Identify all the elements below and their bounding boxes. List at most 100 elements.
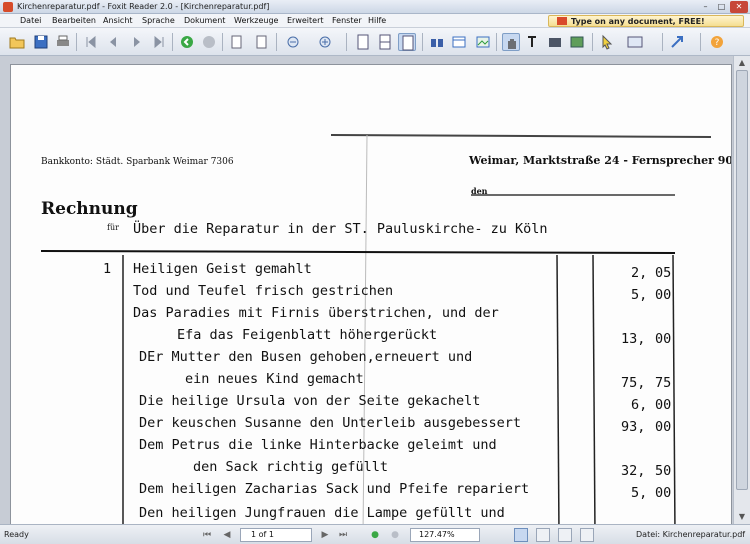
rotate-left-icon[interactable]: [228, 33, 246, 51]
invoice-line: Tod und Teufel frisch gestrichen: [133, 283, 394, 299]
promo-banner[interactable]: Type on any document, FREE!: [548, 15, 744, 27]
open-icon[interactable]: [8, 33, 26, 51]
menu-ansicht[interactable]: Ansicht: [103, 16, 133, 25]
hand-tool-icon[interactable]: [502, 33, 520, 51]
title-bar: Kirchenreparatur.pdf - Foxit Reader 2.0 …: [0, 0, 750, 14]
invoice-line: DEr Mutter den Busen gehoben,erneuert un…: [139, 349, 473, 365]
status-ready: Ready: [4, 530, 29, 539]
zoom-field[interactable]: 127.47%: [410, 528, 480, 542]
amount-cents: 00: [655, 485, 672, 501]
menu-dokument[interactable]: Dokument: [184, 16, 225, 25]
print-icon[interactable]: [54, 33, 72, 51]
invoice-line: den Sack richtig gefüllt: [193, 459, 389, 475]
menu-fenster[interactable]: Fenster: [332, 16, 362, 25]
window-title: Kirchenreparatur.pdf - Foxit Reader 2.0 …: [17, 2, 270, 11]
amount-cents: 00: [655, 419, 672, 435]
amount-main: 93,: [621, 419, 646, 435]
amount-main: 32,: [621, 463, 646, 479]
continuous-icon[interactable]: [376, 33, 394, 51]
amount-main: 2,: [631, 265, 648, 281]
maximize-button[interactable]: □: [714, 1, 729, 13]
scroll-down-icon[interactable]: ▼: [736, 512, 748, 522]
facing-icon[interactable]: [398, 33, 416, 51]
typewriter-promo-icon: [557, 17, 567, 25]
menu-hilfe[interactable]: Hilfe: [368, 16, 386, 25]
rechnung-heading: Rechnung: [41, 199, 138, 219]
menu-bearbeiten[interactable]: Bearbeiten: [52, 16, 96, 25]
amount-cents: 75: [655, 375, 672, 391]
view-continuous-icon[interactable]: [536, 528, 550, 542]
invoice-line: Die heilige Ursula von der Seite gekache…: [139, 393, 481, 409]
main-toolbar: ?: [0, 28, 750, 56]
image-icon[interactable]: [474, 33, 492, 51]
page-number-field[interactable]: 1 of 1: [240, 528, 312, 542]
invoice-line: ein neues Kind gemacht: [185, 371, 364, 387]
last-page-icon[interactable]: [150, 33, 168, 51]
amount-cents: 50: [655, 463, 672, 479]
status-next-page-icon[interactable]: ▶: [318, 528, 332, 542]
go-forward-icon[interactable]: [200, 33, 218, 51]
select-icon[interactable]: [598, 33, 616, 51]
fuer-label: für: [107, 223, 119, 232]
invoice-line: Dem heiligen Zacharias Sack und Pfeife r…: [139, 481, 530, 497]
vertical-scrollbar[interactable]: ▲ ▼: [733, 56, 750, 524]
rotate-right-icon[interactable]: [252, 33, 270, 51]
menu-datei[interactable]: Datei: [20, 16, 41, 25]
amount-main: 6,: [631, 397, 648, 413]
prev-page-icon[interactable]: [104, 33, 122, 51]
status-prev-page-icon[interactable]: ◀: [220, 528, 234, 542]
close-button[interactable]: ✕: [730, 1, 748, 13]
typewriter-icon[interactable]: [568, 33, 586, 51]
amount-cents: 00: [655, 331, 672, 347]
amount-main: 75,: [621, 375, 646, 391]
save-icon[interactable]: [32, 33, 50, 51]
address-line: Weimar, Marktstraße 24 - Fernsprecher 90…: [469, 154, 732, 167]
comment-icon[interactable]: [626, 33, 644, 51]
bookmark-icon[interactable]: [450, 33, 468, 51]
promo-banner-text: Type on any document, FREE!: [571, 17, 705, 26]
invoice-line: Der keuschen Susanne den Unterleib ausge…: [139, 415, 522, 431]
help-icon[interactable]: ?: [708, 33, 726, 51]
arrow-icon[interactable]: [668, 33, 686, 51]
amount-main: 5,: [631, 485, 648, 501]
invoice-subject: Über die Reparatur in der ST. Pauluskirc…: [133, 221, 548, 237]
go-back-icon[interactable]: [178, 33, 196, 51]
invoice-line: Efa das Feigenblatt höhergerückt: [177, 327, 438, 343]
invoice-line: Den heiligen Jungfrauen die Lampe gefüll…: [139, 505, 505, 521]
row-number: 1: [103, 261, 112, 277]
minimize-button[interactable]: –: [698, 1, 713, 13]
view-continuous-facing-icon[interactable]: [580, 528, 594, 542]
status-back-icon[interactable]: ●: [368, 528, 382, 542]
menu-sprache[interactable]: Sprache: [142, 16, 175, 25]
view-single-page-icon[interactable]: [514, 528, 528, 542]
invoice-line: Dem Petrus die linke Hinterbacke geleimt…: [139, 437, 497, 453]
den-label: den: [471, 186, 488, 196]
status-last-page-icon[interactable]: ⏭: [336, 528, 350, 542]
text-select-icon[interactable]: [524, 33, 542, 51]
next-page-icon[interactable]: [128, 33, 146, 51]
zoom-in-icon[interactable]: [316, 33, 334, 51]
bank-account-line: Bankkonto: Städt. Sparbank Weimar 7306: [41, 157, 234, 167]
invoice-line: Heiligen Geist gemahlt: [133, 261, 312, 277]
foxit-app-icon: [3, 2, 13, 12]
first-page-icon[interactable]: [82, 33, 100, 51]
file-name-status: Datei: Kirchenreparatur.pdf: [636, 530, 746, 539]
invoice-line: Das Paradies mit Firnis überstrichen, un…: [133, 305, 499, 321]
scroll-up-icon[interactable]: ▲: [736, 58, 748, 68]
pdf-page: Bankkonto: Städt. Sparbank Weimar 7306 W…: [10, 64, 732, 524]
status-forward-icon[interactable]: ●: [388, 528, 402, 542]
scroll-thumb[interactable]: [736, 70, 748, 490]
svg-text:?: ?: [715, 38, 720, 48]
snapshot-icon[interactable]: [546, 33, 564, 51]
amount-main: 13,: [621, 331, 646, 347]
amount-cents: 05: [655, 265, 672, 281]
single-page-icon[interactable]: [354, 33, 372, 51]
menu-erweitert[interactable]: Erweitert: [287, 16, 324, 25]
view-facing-icon[interactable]: [558, 528, 572, 542]
document-viewport[interactable]: Bankkonto: Städt. Sparbank Weimar 7306 W…: [0, 56, 750, 524]
menu-werkzeuge[interactable]: Werkzeuge: [234, 16, 278, 25]
zoom-out-icon[interactable]: [284, 33, 302, 51]
find-icon[interactable]: [428, 33, 446, 51]
status-first-page-icon[interactable]: ⏮: [200, 528, 214, 542]
amount-main: 5,: [631, 287, 648, 303]
